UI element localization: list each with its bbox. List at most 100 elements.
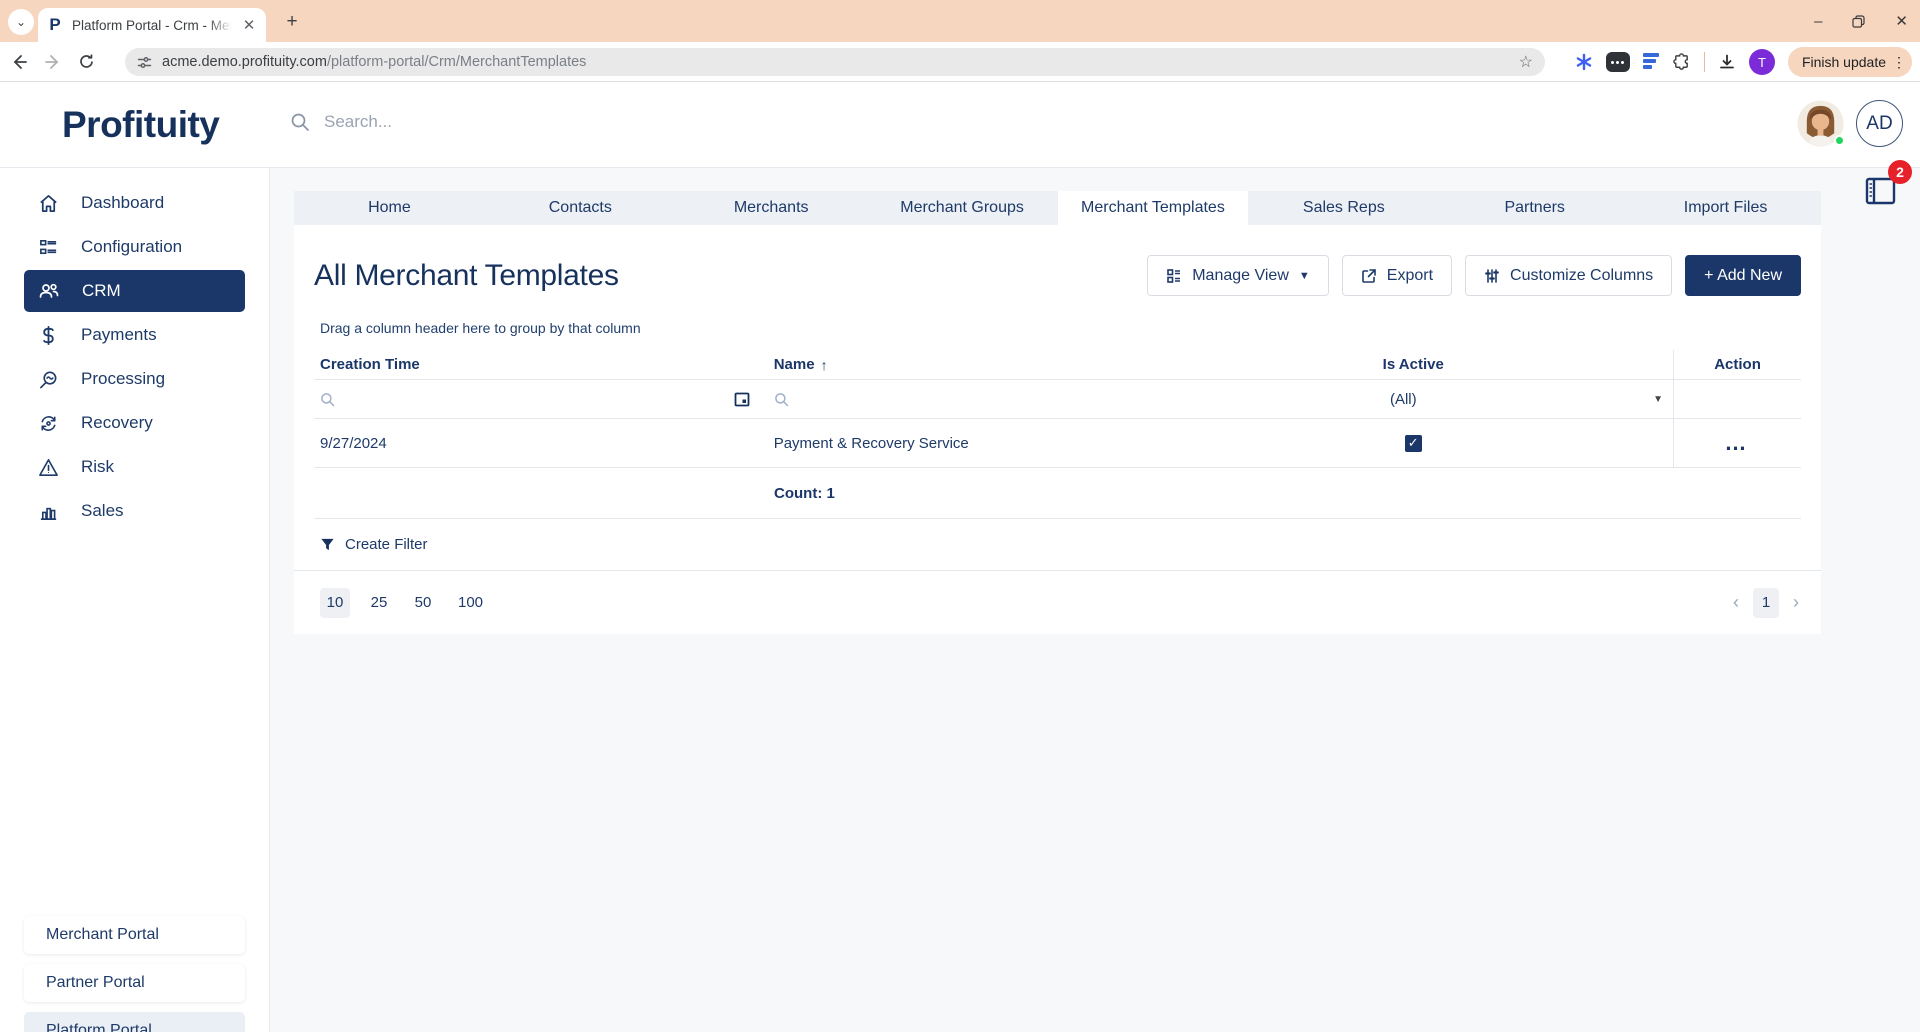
partner-portal-button[interactable]: Partner Portal (24, 964, 245, 1002)
back-icon[interactable] (10, 53, 44, 71)
column-header-is-active[interactable]: Is Active (1153, 356, 1673, 373)
sidebar-item-recovery[interactable]: Recovery (24, 402, 245, 444)
people-icon (39, 283, 59, 298)
platform-portal-button[interactable]: Platform Portal (24, 1012, 245, 1032)
side-panel-toggle[interactable]: 2 (1862, 160, 1912, 218)
tune-icon[interactable] (137, 55, 152, 70)
page-size-50[interactable]: 50 (408, 588, 438, 618)
merchant-templates-grid: Creation Time Name ↑ Is Active Action (A… (314, 350, 1801, 519)
column-header-name[interactable]: Name ↑ (764, 356, 1154, 373)
tab-partners[interactable]: Partners (1439, 191, 1630, 225)
finish-update-button[interactable]: Finish update ⋮ (1787, 47, 1912, 77)
sidebar-item-dashboard[interactable]: Dashboard (24, 182, 245, 224)
app-logo[interactable]: Profituity (62, 104, 220, 146)
next-page-icon[interactable]: › (1793, 592, 1799, 613)
tab-contacts[interactable]: Contacts (485, 191, 676, 225)
user-initials-badge[interactable]: AD (1856, 100, 1903, 147)
export-icon (1361, 268, 1376, 283)
filter-is-active-dropdown[interactable]: (All) ▼ (1153, 391, 1673, 408)
window-close-button[interactable]: ✕ (1895, 12, 1908, 30)
sidebar-item-sales[interactable]: Sales (24, 490, 245, 532)
row-actions-menu-icon[interactable]: … (1725, 432, 1751, 454)
customize-columns-button[interactable]: Customize Columns (1465, 255, 1673, 296)
create-filter-button[interactable]: Create Filter (294, 519, 1821, 571)
url-bar[interactable]: acme.demo.profituity.com/platform-portal… (125, 48, 1545, 76)
tab-merchant-templates[interactable]: Merchant Templates (1057, 191, 1249, 225)
current-page[interactable]: 1 (1753, 587, 1779, 618)
merchant-portal-button[interactable]: Merchant Portal (24, 916, 245, 954)
configuration-icon (40, 239, 57, 254)
pager: 10 25 50 100 ‹ 1 › (294, 571, 1821, 634)
forward-icon[interactable] (44, 53, 78, 71)
search-placeholder: Search... (324, 112, 393, 131)
bookmark-star-icon[interactable]: ☆ (1519, 52, 1533, 72)
bar-chart-icon (40, 507, 57, 520)
grid-filter-row: (All) ▼ (314, 380, 1801, 419)
column-header-creation-time[interactable]: Creation Time (314, 356, 764, 373)
is-active-checkbox[interactable]: ✓ (1404, 434, 1422, 452)
browser-frame: ⌄ P Platform Portal - Crm - Merchan ✕ + … (0, 0, 1920, 42)
manage-view-button[interactable]: Manage View ▼ (1147, 255, 1329, 296)
page-size-100[interactable]: 100 (452, 588, 489, 618)
summary-row: Count: 1 (314, 468, 1801, 519)
tab-merchants[interactable]: Merchants (676, 191, 867, 225)
window-restore-button[interactable] (1852, 14, 1866, 28)
sidebar-item-crm[interactable]: CRM (24, 270, 245, 312)
manage-view-icon (1167, 268, 1181, 283)
filter-name[interactable] (764, 392, 1154, 407)
search-icon (774, 392, 788, 406)
table-row[interactable]: 9/27/2024 Payment & Recovery Service ✓ … (314, 419, 1801, 468)
tab-close-icon[interactable]: ✕ (240, 16, 258, 34)
group-panel-hint: Drag a column header here to group by th… (320, 320, 641, 336)
tab-search-chevron-icon[interactable]: ⌄ (8, 9, 34, 35)
global-search[interactable]: Search... (290, 112, 392, 132)
kebab-menu-icon[interactable]: ⋮ (1892, 54, 1906, 71)
warning-icon (39, 458, 58, 476)
cell-name: Payment & Recovery Service (773, 434, 969, 452)
page-size-10[interactable]: 10 (320, 587, 350, 618)
new-tab-button[interactable]: + (280, 10, 304, 34)
notification-badge: 2 (1888, 160, 1912, 184)
chat-extension-icon[interactable] (1605, 52, 1630, 72)
search-icon (291, 113, 309, 131)
page-size-25[interactable]: 25 (364, 588, 394, 618)
column-header-action: Action (1714, 356, 1761, 373)
export-button[interactable]: Export (1341, 255, 1453, 296)
tab-sales-reps[interactable]: Sales Reps (1248, 191, 1439, 225)
add-new-button[interactable]: + Add New (1685, 255, 1801, 296)
cell-creation-time: 9/27/2024 (320, 434, 387, 452)
sidebar-item-risk[interactable]: Risk (24, 446, 245, 488)
window-minimize-button[interactable]: – (1814, 13, 1822, 30)
download-icon[interactable] (1718, 53, 1736, 71)
bars-extension-icon[interactable] (1642, 53, 1659, 71)
filter-funnel-icon (321, 538, 334, 551)
tab-title: Platform Portal - Crm - Merchan (72, 17, 232, 33)
tab-merchant-groups[interactable]: Merchant Groups (867, 191, 1058, 225)
puzzle-extension-icon[interactable] (1672, 52, 1691, 72)
calendar-icon[interactable] (734, 391, 750, 407)
avatar[interactable] (1797, 100, 1845, 147)
asterisk-extension-icon[interactable] (1575, 53, 1593, 71)
prev-page-icon[interactable]: ‹ (1733, 592, 1739, 613)
page-title: All Merchant Templates (314, 258, 619, 292)
main-card: Home Contacts Merchants Merchant Groups … (294, 191, 1821, 634)
tab-home[interactable]: Home (294, 191, 485, 225)
online-status-dot (1834, 135, 1845, 146)
search-icon (321, 392, 335, 406)
browser-profile-badge[interactable]: T (1748, 49, 1775, 75)
tab-import-files[interactable]: Import Files (1630, 191, 1821, 225)
recycle-icon (41, 415, 56, 431)
sidebar-item-payments[interactable]: Payments (24, 314, 245, 356)
reload-icon[interactable] (78, 53, 112, 70)
sidebar: Dashboard Configuration CRM Payments Pro… (0, 168, 270, 1032)
sort-ascending-icon: ↑ (820, 356, 828, 373)
filter-creation-time[interactable] (314, 391, 764, 407)
app-header: Profituity Search... AD (0, 82, 1920, 168)
site-favicon: P (49, 15, 61, 34)
sidebar-item-configuration[interactable]: Configuration (24, 226, 245, 268)
url-text: acme.demo.profituity.com/platform-portal… (162, 54, 587, 70)
sidebar-item-processing[interactable]: Processing (24, 358, 245, 400)
browser-tab[interactable]: P Platform Portal - Crm - Merchan ✕ (38, 8, 266, 42)
customize-columns-icon (1485, 268, 1499, 283)
dollar-icon (43, 325, 54, 345)
